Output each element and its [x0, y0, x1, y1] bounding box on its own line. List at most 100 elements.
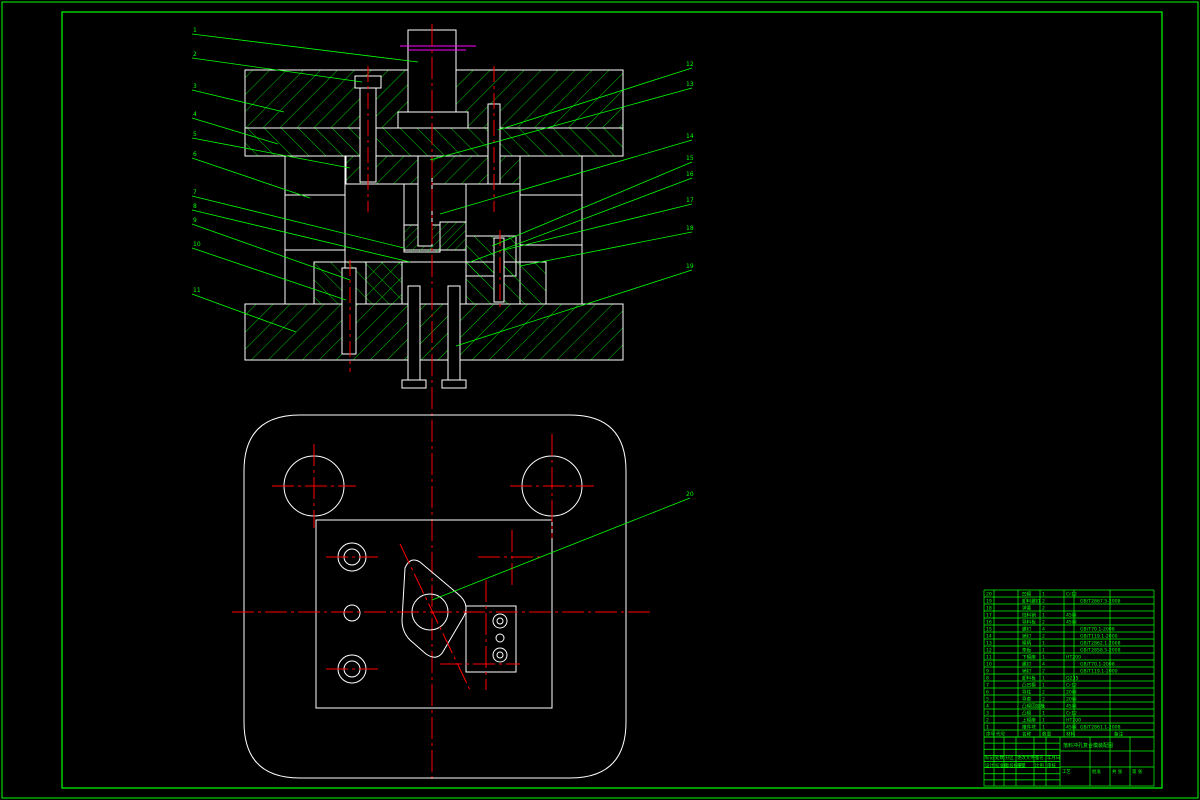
callout-right-13: 13 [686, 81, 694, 88]
bom-cell-qty: 2 [1042, 620, 1045, 626]
bom-header-material: 材料 [1066, 731, 1076, 738]
bom-cell-material: 45钢 [1066, 724, 1077, 731]
bom-table: 20 凹模 1 Cr1219 卸料螺钉 2 GB/T2867.5-200818 弹簧 217 挡料… [983, 589, 1155, 738]
bom-cell-no: 17 [986, 613, 992, 619]
bom-cell-name: 弹簧 [1022, 605, 1032, 612]
leader-20 [431, 497, 691, 601]
callout-left-9: 9 [193, 217, 197, 224]
callout-left-2: 2 [193, 51, 197, 58]
bom-cell-no: 11 [986, 655, 992, 661]
stopper-hole-3-inner [496, 651, 504, 659]
title-block-label: 设计 [985, 762, 994, 769]
title-block-label: 审核 [1047, 762, 1056, 769]
title-block-label: 批准 [1092, 768, 1101, 775]
callout-right-15: 15 [686, 155, 694, 162]
title-block-label: 年月日 [1047, 754, 1060, 761]
ejector-pin-right [447, 285, 461, 383]
bom-header-no: 序号 [986, 731, 996, 738]
lower-die-seat [244, 303, 624, 361]
bom-cell-no: 7 [986, 683, 989, 689]
bom-cell-no: 12 [986, 648, 992, 654]
bom-cell-standard: GB/T70.1-2008 [1080, 627, 1115, 633]
bom-header-code: 代号 [996, 731, 1006, 738]
bom-cell-qty: 2 [1042, 606, 1045, 612]
bom-cell-no: 9 [986, 669, 989, 675]
bom-cell-qty: 4 [1042, 662, 1045, 668]
bom-cell-standard: GB/T2867.5-2008 [1080, 599, 1121, 605]
title-block-label: 第 张 [1132, 768, 1143, 775]
bom-cell-material: 45钢 [1066, 612, 1077, 619]
bom-cell-name: 上模座 [1022, 717, 1036, 724]
bom-cell-standard: GB/T2861.1-2008 [1080, 725, 1121, 731]
callout-left-4: 4 [193, 111, 197, 118]
bom-cell-material: Cr12 [1066, 711, 1077, 717]
bom-cell-qty: 2 [1042, 669, 1045, 675]
bom-cell-no: 19 [986, 599, 992, 605]
bom-cell-qty: 2 [1042, 697, 1045, 703]
bom-cell-name: 导料板 [1022, 619, 1036, 626]
bom-cell-name: 销钉 [1022, 668, 1032, 675]
bom-cell-qty: 1 [1042, 676, 1045, 682]
title-block-label: 共 张 [1112, 768, 1123, 775]
plan-view [243, 414, 627, 779]
bom-cell-name: 凸凹模 [1022, 682, 1036, 689]
bom-cell-name: 卸料螺钉 [1022, 598, 1041, 605]
callout-right-18: 18 [686, 225, 694, 232]
bom-cell-material: Cr12 [1066, 683, 1077, 689]
title-block-label: 签名 [1035, 754, 1044, 761]
callout-left-5: 5 [193, 131, 197, 138]
bom-cell-standard: GB/T2862.1-2008 [1080, 641, 1121, 647]
pin-hole-mid [343, 604, 361, 622]
bom-cell-material: Q235 [1066, 676, 1078, 682]
bom-cell-qty: 2 [1042, 599, 1045, 605]
bom-cell-no: 2 [986, 718, 989, 724]
callout-left-7: 7 [193, 189, 197, 196]
stopper-hole-1 [492, 613, 508, 629]
title-block-label: 分区 [1005, 754, 1014, 761]
bom-cell-no: 3 [986, 711, 989, 717]
bom-cell-material: 45钢 [1066, 703, 1077, 710]
bom-cell-no: 10 [986, 662, 992, 668]
die-left-hatch [365, 261, 403, 305]
bom-cell-qty: 1 [1042, 718, 1045, 724]
bom-cell-no: 8 [986, 676, 989, 682]
bom-cell-no: 18 [986, 606, 992, 612]
bom-cell-name: 螺钉 [1022, 626, 1032, 633]
bom-cell-name: 挡料销 [1022, 612, 1036, 619]
bom-header-qty: 数量 [1042, 731, 1052, 738]
callout-left-11: 11 [193, 287, 201, 294]
bom-cell-qty: 1 [1042, 641, 1045, 647]
screw-lower-left [341, 267, 357, 355]
bom-cell-no: 4 [986, 704, 989, 710]
bom-cell-material: 20钢 [1066, 689, 1077, 696]
bom-cell-no: 6 [986, 690, 989, 696]
bom-cell-name: 卸料板 [1022, 675, 1036, 682]
bom-cell-material: 20钢 [1066, 696, 1077, 703]
title-block: 落料冲孔复合模装配图标记 处数 分区 更改文件号签名 年月日设计 标准化阶段标记重量 比例审… [983, 736, 1155, 787]
bom-cell-standard: GB/T119.1-2000 [1080, 669, 1118, 675]
bom-cell-qty: 4 [1042, 627, 1045, 633]
bom-cell-name: 导套 [1022, 696, 1032, 703]
callout-right-12: 12 [686, 61, 694, 68]
shank-flange [397, 111, 469, 129]
callout-right-19: 19 [686, 263, 694, 270]
bom-cell-qty: 1 [1042, 704, 1045, 710]
stopper-hole-2 [495, 633, 505, 643]
callout-right-17: 17 [686, 197, 694, 204]
bom-cell-qty: 1 [1042, 683, 1045, 689]
title-block-label: 重量 [1017, 762, 1026, 769]
bom-cell-material: HT200 [1066, 655, 1081, 661]
bom-cell-qty: 1 [1042, 648, 1045, 654]
bom-cell-standard: GB/T70.1-2008 [1080, 662, 1115, 668]
bom-cell-qty: 1 [1042, 592, 1045, 598]
stop-pin [493, 237, 505, 303]
callout-right-16: 16 [686, 171, 694, 178]
title-block-label: 工艺 [1062, 769, 1071, 775]
drawing-title: 落料冲孔复合模装配图 [1063, 742, 1113, 749]
bom-header-name: 名称 [1022, 731, 1032, 738]
punch-hatch [439, 221, 467, 251]
bom-cell-name: 下模座 [1022, 654, 1036, 661]
callout-20: 20 [686, 491, 694, 498]
bom-cell-no: 14 [986, 634, 992, 640]
bom-cell-no: 20 [986, 592, 992, 598]
